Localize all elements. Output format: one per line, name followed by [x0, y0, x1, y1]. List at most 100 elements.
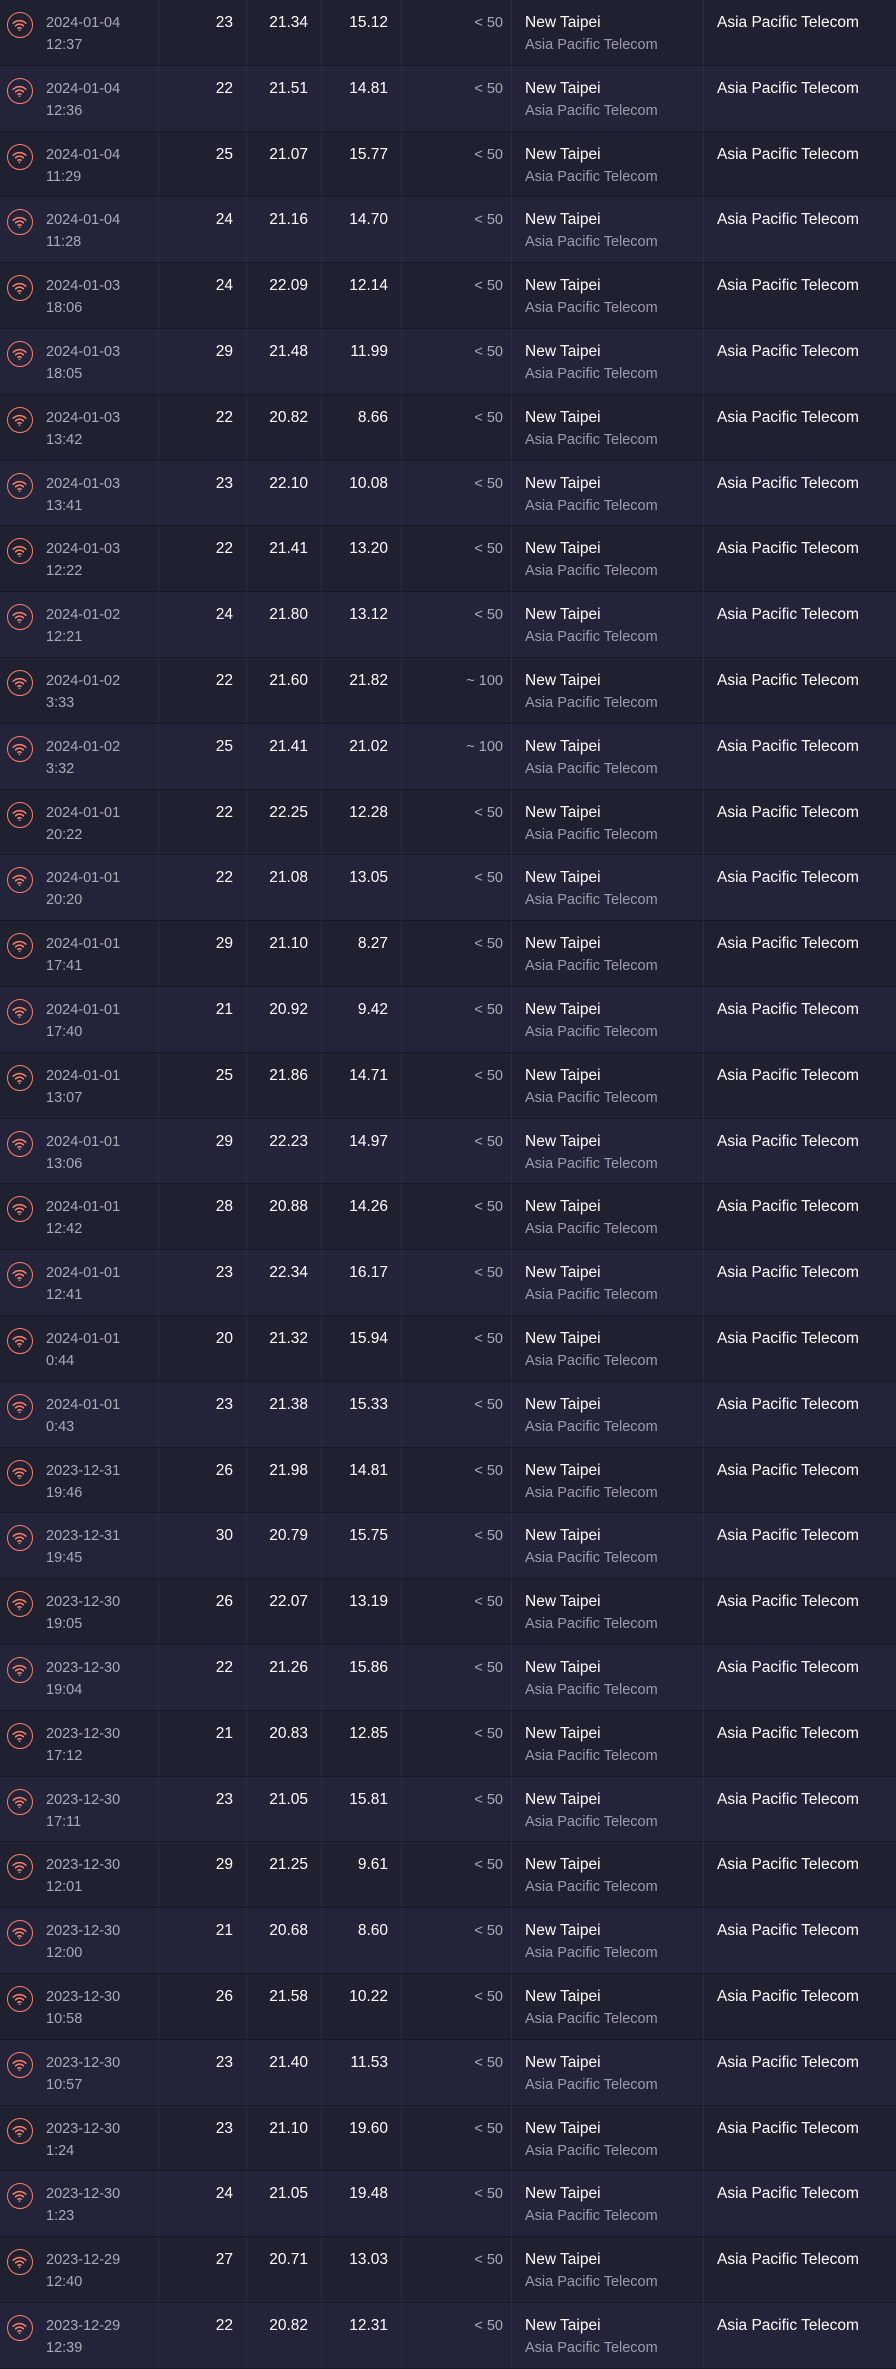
- result-row[interactable]: 2023-12-31 19:46 26 21.98 14.81 < 50 New…: [0, 1447, 896, 1514]
- result-row[interactable]: 2023-12-30 19:05 26 22.07 13.19 < 50 New…: [0, 1579, 896, 1645]
- download-cell: 22.10: [247, 460, 322, 526]
- connection-type-cell: [0, 724, 43, 789]
- ping-value: 23: [215, 1395, 233, 1413]
- download-value: 21.25: [269, 1856, 308, 1874]
- upload-value: 15.75: [349, 1527, 388, 1545]
- result-row[interactable]: 2024-01-03 13:42 22 20.82 8.66 < 50 New …: [0, 394, 896, 461]
- result-row[interactable]: 2024-01-01 0:44 20 21.32 15.94 < 50 New …: [0, 1315, 896, 1382]
- connection-type-cell: [0, 855, 43, 920]
- upload-value: 11.99: [350, 342, 388, 360]
- result-row[interactable]: 2024-01-03 12:22 22 21.41 13.20 < 50 New…: [0, 526, 896, 593]
- date-cell: 2024-01-03 18:06: [43, 263, 159, 328]
- connection-type-cell: [0, 1777, 43, 1842]
- download-cell: 20.79: [247, 1513, 322, 1579]
- upload-cell: 19.60: [322, 2105, 402, 2171]
- result-row[interactable]: 2023-12-30 12:00 21 20.68 8.60 < 50 New …: [0, 1908, 896, 1974]
- ping-cell: 28: [159, 1184, 247, 1250]
- result-row[interactable]: 2024-01-04 11:29 25 21.07 15.77 < 50 New…: [0, 131, 896, 198]
- price-value: < 50: [474, 1001, 503, 1018]
- connection-type-cell: [0, 987, 43, 1052]
- result-row[interactable]: 2023-12-30 19:04 22 21.26 15.86 < 50 New…: [0, 1644, 896, 1711]
- result-row[interactable]: 2024-01-03 13:41 23 22.10 10.08 < 50 New…: [0, 460, 896, 527]
- result-row[interactable]: 2024-01-01 17:40 21 20.92 9.42 < 50 New …: [0, 986, 896, 1053]
- location-isp: Asia Pacific Telecom: [525, 629, 658, 646]
- result-row[interactable]: 2024-01-01 20:20 22 21.08 13.05 < 50 New…: [0, 855, 896, 922]
- result-row[interactable]: 2024-01-04 12:37 23 21.34 15.12 < 50 New…: [0, 0, 896, 66]
- wifi-icon: [7, 1459, 33, 1486]
- result-row[interactable]: 2024-01-03 18:06 24 22.09 12.14 < 50 New…: [0, 263, 896, 329]
- result-row[interactable]: 2023-12-29 12:39 22 20.82 12.31 < 50 New…: [0, 2302, 896, 2369]
- result-time: 18:06: [46, 300, 83, 317]
- price-cell: < 50: [402, 65, 512, 131]
- location-city: New Taipei: [525, 277, 601, 295]
- isp-name: Asia Pacific Telecom: [717, 1922, 859, 1940]
- wifi-icon: [7, 1196, 33, 1223]
- ping-value: 27: [215, 2251, 233, 2269]
- result-row[interactable]: 2023-12-30 10:58 26 21.58 10.22 < 50 New…: [0, 1973, 896, 2040]
- result-time: 19:45: [46, 1550, 83, 1567]
- result-row[interactable]: 2023-12-30 1:23 24 21.05 19.48 < 50 New …: [0, 2171, 896, 2238]
- upload-cell: 10.22: [322, 1973, 402, 2039]
- connection-type-cell: [0, 1645, 43, 1710]
- result-row[interactable]: 2024-01-01 12:42 28 20.88 14.26 < 50 New…: [0, 1184, 896, 1251]
- result-row[interactable]: 2024-01-03 18:05 29 21.48 11.99 < 50 New…: [0, 328, 896, 395]
- download-cell: 22.09: [247, 263, 322, 328]
- price-cell: < 50: [402, 460, 512, 526]
- result-date: 2024-01-02: [46, 672, 121, 689]
- date-cell: 2023-12-31 19:45: [43, 1513, 159, 1579]
- location-cell: New Taipei Asia Pacific Telecom: [512, 460, 704, 526]
- result-row[interactable]: 2024-01-01 13:07 25 21.86 14.71 < 50 New…: [0, 1052, 896, 1119]
- isp-name: Asia Pacific Telecom: [717, 540, 859, 558]
- ping-value: 20: [215, 1329, 233, 1347]
- result-row[interactable]: 2024-01-01 13:06 29 22.23 14.97 < 50 New…: [0, 1118, 896, 1185]
- result-row[interactable]: 2024-01-02 3:33 22 21.60 21.82 ~ 100 New…: [0, 657, 896, 724]
- location-cell: New Taipei Asia Pacific Telecom: [512, 1776, 704, 1842]
- download-cell: 22.25: [247, 789, 322, 855]
- download-value: 22.25: [269, 803, 308, 821]
- isp-name: Asia Pacific Telecom: [717, 342, 859, 360]
- result-row[interactable]: 2023-12-30 10:57 23 21.40 11.53 < 50 New…: [0, 2039, 896, 2106]
- result-row[interactable]: 2024-01-04 12:36 22 21.51 14.81 < 50 New…: [0, 65, 896, 132]
- location-city: New Taipei: [525, 2119, 601, 2137]
- price-value: < 50: [474, 1659, 503, 1676]
- result-row[interactable]: 2024-01-02 3:32 25 21.41 21.02 ~ 100 New…: [0, 723, 896, 790]
- result-row[interactable]: 2023-12-30 12:01 29 21.25 9.61 < 50 New …: [0, 1842, 896, 1909]
- result-row[interactable]: 2023-12-30 17:12 21 20.83 12.85 < 50 New…: [0, 1710, 896, 1777]
- ping-cell: 23: [159, 1250, 247, 1315]
- ping-cell: 23: [159, 2105, 247, 2171]
- isp-cell: Asia Pacific Telecom: [704, 1382, 896, 1447]
- ping-value: 22: [215, 2316, 233, 2334]
- price-cell: < 50: [402, 1644, 512, 1710]
- result-row[interactable]: 2024-01-02 12:21 24 21.80 13.12 < 50 New…: [0, 592, 896, 658]
- price-cell: < 50: [402, 1118, 512, 1184]
- result-time: 3:33: [46, 694, 75, 711]
- price-cell: < 50: [402, 1776, 512, 1842]
- result-row[interactable]: 2024-01-01 12:41 23 22.34 16.17 < 50 New…: [0, 1250, 896, 1316]
- price-cell: < 50: [402, 1579, 512, 1644]
- result-row[interactable]: 2024-01-01 17:41 29 21.10 8.27 < 50 New …: [0, 921, 896, 987]
- result-row[interactable]: 2024-01-01 0:43 23 21.38 15.33 < 50 New …: [0, 1381, 896, 1448]
- result-row[interactable]: 2023-12-30 1:24 23 21.10 19.60 < 50 New …: [0, 2105, 896, 2172]
- result-row[interactable]: 2023-12-31 19:45 30 20.79 15.75 < 50 New…: [0, 1513, 896, 1580]
- upload-cell: 14.26: [322, 1184, 402, 1250]
- upload-cell: 14.81: [322, 1447, 402, 1513]
- connection-type-cell: [0, 1250, 43, 1315]
- download-value: 21.86: [269, 1066, 308, 1084]
- ping-cell: 22: [159, 65, 247, 131]
- location-cell: New Taipei Asia Pacific Telecom: [512, 2105, 704, 2171]
- location-isp: Asia Pacific Telecom: [525, 826, 658, 843]
- result-row[interactable]: 2023-12-30 17:11 23 21.05 15.81 < 50 New…: [0, 1776, 896, 1843]
- price-value: < 50: [474, 2054, 503, 2071]
- result-row[interactable]: 2024-01-04 11:28 24 21.16 14.70 < 50 New…: [0, 197, 896, 264]
- result-row[interactable]: 2023-12-29 12:40 27 20.71 13.03 < 50 New…: [0, 2237, 896, 2303]
- result-row[interactable]: 2024-01-01 20:22 22 22.25 12.28 < 50 New…: [0, 789, 896, 856]
- price-value: < 50: [474, 1725, 503, 1742]
- price-cell: < 50: [402, 1184, 512, 1250]
- date-cell: 2024-01-01 12:41: [43, 1250, 159, 1315]
- ping-value: 21: [215, 1724, 233, 1742]
- date-cell: 2023-12-30 10:58: [43, 1973, 159, 2039]
- location-cell: New Taipei Asia Pacific Telecom: [512, 1447, 704, 1513]
- isp-cell: Asia Pacific Telecom: [704, 263, 896, 328]
- ping-value: 26: [215, 1593, 233, 1611]
- ping-value: 28: [215, 1198, 233, 1216]
